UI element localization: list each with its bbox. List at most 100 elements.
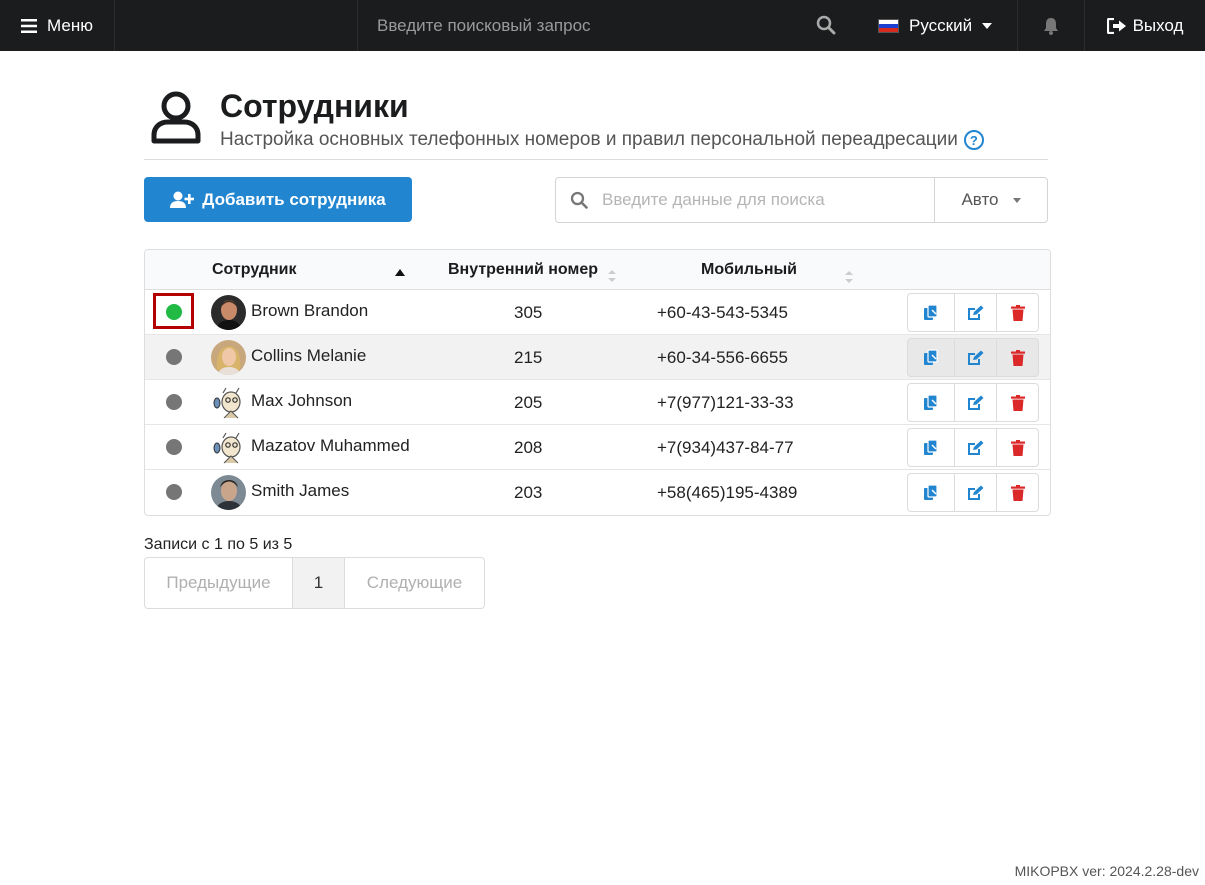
page-number-button[interactable]: 1 (293, 558, 345, 608)
copy-icon (924, 484, 938, 500)
edit-icon (968, 395, 984, 410)
trash-icon (1010, 349, 1025, 366)
copy-button[interactable] (908, 429, 955, 466)
table-row[interactable]: Mazatov Muhammed 208 +7(934)437-84-77 (145, 425, 1050, 470)
user-icon (151, 91, 201, 144)
add-employee-button[interactable]: Добавить сотрудника (144, 177, 412, 222)
menu-label: Меню (47, 15, 93, 35)
extension-number: 208 (514, 438, 543, 457)
mobile-number: +60-34-556-6655 (657, 348, 788, 367)
trash-icon (1010, 394, 1025, 411)
hamburger-icon (21, 18, 38, 33)
employee-name: Smith James (251, 481, 350, 500)
status-indicator (166, 439, 182, 455)
delete-button[interactable] (997, 429, 1038, 466)
logout-label: Выход (1132, 15, 1184, 35)
employee-search: Авто (555, 177, 1048, 223)
avatar (211, 340, 246, 375)
copy-icon (924, 394, 938, 410)
copy-button[interactable] (908, 474, 955, 511)
language-dropdown[interactable]: Русский (858, 0, 1018, 51)
edit-button[interactable] (955, 474, 997, 511)
copy-button[interactable] (908, 294, 955, 331)
version-label: MIKOPBX ver: 2024.2.28-dev (1014, 863, 1199, 879)
extension-number: 205 (514, 393, 543, 412)
page-size-value: Авто (961, 190, 999, 209)
row-actions (907, 383, 1039, 422)
pagination: Предыдущие 1 Следующие (144, 557, 485, 609)
employee-search-input[interactable] (602, 178, 934, 222)
notifications-button[interactable] (1018, 0, 1085, 51)
status-indicator (166, 304, 182, 320)
menu-button[interactable]: Меню (0, 0, 115, 51)
table-row[interactable]: Max Johnson 205 +7(977)121-33-33 (145, 380, 1050, 425)
mobile-number: +7(934)437-84-77 (657, 438, 794, 457)
row-actions (907, 428, 1039, 467)
page-subtitle-text: Настройка основных телефонных номеров и … (220, 129, 958, 150)
column-header-extension[interactable]: Внутренний номер (448, 261, 598, 279)
question-circle-icon[interactable]: ? (963, 130, 984, 150)
mobile-number: +58(465)195-4389 (657, 483, 798, 502)
sort-asc-icon (395, 269, 405, 276)
edit-icon (968, 485, 984, 500)
copy-icon (924, 439, 938, 455)
sort-icon (608, 270, 616, 282)
status-indicator (166, 484, 182, 500)
page-subtitle: Настройка основных телефонных номеров и … (220, 129, 984, 151)
global-search (358, 0, 858, 51)
table-row[interactable]: Smith James 203 +58(465)195-4389 (145, 470, 1050, 515)
table-header: Сотрудник Внутренний номер Мобильный (145, 250, 1050, 290)
status-indicator (166, 349, 182, 365)
row-actions (907, 473, 1039, 512)
edit-button[interactable] (955, 339, 997, 376)
edit-icon (968, 350, 984, 365)
edit-icon (968, 305, 984, 320)
column-header-mobile[interactable]: Мобильный (701, 261, 797, 279)
avatar (211, 295, 246, 330)
language-label: Русский (909, 15, 973, 35)
copy-button[interactable] (908, 339, 955, 376)
delete-button[interactable] (997, 474, 1038, 511)
avatar (211, 385, 246, 420)
page-size-dropdown[interactable]: Авто (934, 178, 1047, 222)
search-icon[interactable] (816, 15, 836, 35)
logout-button[interactable]: Выход (1085, 0, 1205, 51)
next-page-button[interactable]: Следующие (345, 558, 484, 608)
employee-name: Mazatov Muhammed (251, 436, 410, 455)
chevron-down-icon (1012, 197, 1021, 203)
copy-icon (924, 349, 938, 365)
sort-icon (845, 271, 853, 283)
extension-number: 215 (514, 348, 543, 367)
delete-button[interactable] (997, 339, 1038, 376)
row-actions (907, 338, 1039, 377)
global-search-input[interactable] (358, 15, 798, 36)
copy-button[interactable] (908, 384, 955, 421)
page-header: Сотрудники Настройка основных телефонных… (144, 88, 1048, 160)
extension-number: 203 (514, 483, 543, 502)
employee-name: Max Johnson (251, 391, 353, 410)
page-title: Сотрудники (220, 88, 409, 124)
chevron-down-icon (982, 22, 993, 29)
trash-icon (1010, 439, 1025, 456)
extension-number: 305 (514, 303, 543, 322)
delete-button[interactable] (997, 384, 1038, 421)
top-navbar: Меню Русский Выход (0, 0, 1205, 51)
table-row[interactable]: Collins Melanie 215 +60-34-556-6655 (145, 335, 1050, 380)
avatar (211, 430, 246, 465)
edit-icon (968, 440, 984, 455)
edit-button[interactable] (955, 429, 997, 466)
mobile-number: +60-43-543-5345 (657, 303, 788, 322)
column-header-employee[interactable]: Сотрудник (212, 261, 297, 279)
table-row[interactable]: Brown Brandon 305 +60-43-543-5345 (145, 290, 1050, 335)
employee-name: Brown Brandon (251, 301, 369, 320)
prev-page-button[interactable]: Предыдущие (145, 558, 293, 608)
employee-name: Collins Melanie (251, 346, 367, 365)
user-plus-icon (170, 191, 195, 208)
employees-table: Сотрудник Внутренний номер Мобильный Bro… (144, 249, 1051, 516)
delete-button[interactable] (997, 294, 1038, 331)
edit-button[interactable] (955, 294, 997, 331)
add-employee-label: Добавить сотрудника (202, 189, 386, 209)
trash-icon (1010, 484, 1025, 501)
search-icon (556, 178, 602, 222)
edit-button[interactable] (955, 384, 997, 421)
